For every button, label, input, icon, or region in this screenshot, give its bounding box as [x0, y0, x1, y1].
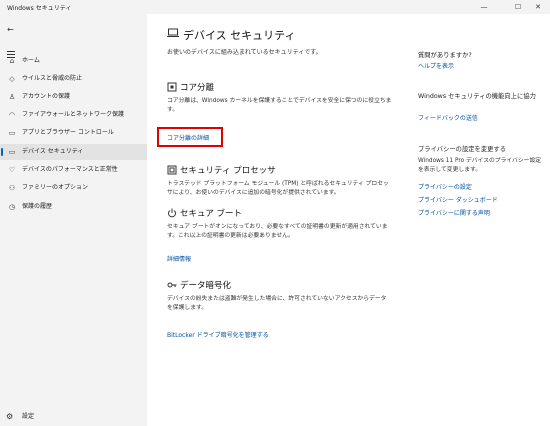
history-icon: ◷	[8, 203, 16, 211]
page-subtitle: お使いのデバイスに組み込まれているセキュリティです。	[167, 49, 322, 56]
section-title: セキュア ブート	[180, 209, 243, 219]
get-help-link[interactable]: ヘルプを表示	[418, 61, 454, 70]
privacy-heading: プライバシーの設定を変更する	[418, 146, 507, 153]
window-title: Windows セキュリティ	[7, 5, 72, 12]
sidebar-item-label: デバイスのパフォーマンスと正常性	[22, 166, 118, 173]
security-processor-section: セキュリティ プロセッサ トラステッド プラットフォーム モジュール (TPM)…	[167, 164, 392, 198]
section-description: トラステッド プラットフォーム モジュール (TPM) と呼ばれるセキュリティ …	[167, 181, 389, 196]
sidebar-item-firewall[interactable]: ◠ ファイアウォールとネットワーク保護	[0, 107, 147, 123]
sidebar-item-label: 設定	[22, 413, 35, 420]
page-title: デバイス セキュリティ	[183, 29, 296, 42]
sidebar-item-label: ウイルスと脅威の防止	[22, 75, 83, 82]
close-button[interactable]: ✕	[526, 0, 550, 14]
sidebar-item-protection-history[interactable]: ◷ 保護の履歴	[0, 199, 147, 215]
minimize-button[interactable]: —	[472, 0, 496, 14]
privacy-dashboard-link[interactable]: プライバシー ダッシュボード	[418, 195, 498, 204]
shield-icon: ◇	[9, 75, 15, 83]
section-title: データ暗号化	[180, 281, 232, 291]
main-content: デバイス セキュリティ お使いのデバイスに組み込まれているセキュリティです。 コ…	[147, 14, 550, 426]
laptop-icon	[167, 28, 179, 37]
sidebar-item-family-options[interactable]: ⚇ ファミリーのオプション	[0, 180, 147, 196]
sidebar-item-settings[interactable]: ⚙ 設定	[0, 409, 147, 425]
privacy-settings-link[interactable]: プライバシーの設定	[418, 182, 472, 191]
sidebar-item-virus-protection[interactable]: ◇ ウイルスと脅威の防止	[0, 71, 147, 87]
section-description: コア分離は、Windows カーネルを保護することでデバイスを安全に保つのに役立…	[167, 98, 392, 113]
laptop-icon: ▭	[8, 148, 16, 156]
section-description: セキュア ブートがオンになっており、必要なすべての証明書の更新が適用されています…	[167, 224, 388, 239]
sidebar-item-label: ファミリーのオプション	[22, 184, 89, 191]
gear-icon: ⚙	[6, 412, 14, 421]
sidebar: ← ⌂ ホーム ◇ ウイルスと脅威の防止 ♙ アカウントの保護 ◠ ファイアウォ…	[0, 14, 147, 426]
data-encryption-section: データ暗号化 デバイスの紛失または盗難が発生した場合に、許可されていないアクセス…	[167, 279, 392, 341]
section-title: コア分離	[180, 83, 215, 93]
person-icon: ♙	[8, 93, 16, 101]
core-isolation-details-link[interactable]: コア分離の詳細	[167, 133, 209, 142]
privacy-statement-link[interactable]: プライバシーに関する声明	[418, 208, 490, 217]
questions-heading: 質問がありますか?	[418, 52, 472, 59]
manage-bitlocker-link[interactable]: BitLocker ドライブ暗号化を管理する	[167, 330, 269, 339]
processor-icon	[167, 165, 177, 175]
sidebar-item-label: ファイアウォールとネットワーク保護	[22, 111, 125, 118]
family-icon: ⚇	[8, 184, 16, 192]
heart-icon: ♡	[8, 166, 16, 174]
sidebar-item-account-protection[interactable]: ♙ アカウントの保護	[0, 89, 147, 105]
sidebar-item-app-browser-control[interactable]: ▭ アプリとブラウザー コントロール	[0, 125, 147, 141]
privacy-description: Windows 11 Pro デバイスのプライバシー設定を表示して変更します。	[418, 158, 542, 173]
learn-more-link[interactable]: 詳細情報	[167, 254, 191, 263]
core-isolation-highlight: コア分離の詳細	[157, 127, 223, 147]
wifi-icon: ◠	[8, 111, 16, 119]
sidebar-item-device-performance[interactable]: ♡ デバイスのパフォーマンスと正常性	[0, 162, 147, 178]
sidebar-item-device-security[interactable]: ▭ デバイス セキュリティ	[0, 144, 147, 160]
sidebar-item-label: デバイス セキュリティ	[22, 148, 84, 155]
section-title: セキュリティ プロセッサ	[180, 166, 276, 176]
sidebar-item-label: アプリとブラウザー コントロール	[22, 129, 114, 136]
send-feedback-link[interactable]: フィードバックの送信	[418, 113, 478, 122]
key-icon	[167, 282, 177, 288]
sidebar-item-home[interactable]: ⌂ ホーム	[0, 53, 147, 69]
sidebar-item-label: 保護の履歴	[22, 203, 53, 210]
app-window-icon: ▭	[8, 129, 16, 137]
home-icon: ⌂	[9, 57, 15, 65]
secure-boot-section: セキュア ブート セキュア ブートがオンになっており、必要なすべての証明書の更新…	[167, 207, 392, 265]
section-description: デバイスの紛失または盗難が発生した場合に、許可されていないアクセスからデータを保…	[167, 296, 387, 311]
core-isolation-section: コア分離 コア分離は、Windows カーネルを保護することでデバイスを安全に保…	[167, 81, 392, 115]
back-arrow-icon[interactable]: ←	[7, 25, 14, 34]
sidebar-item-label: アカウントの保護	[22, 93, 71, 100]
sidebar-item-label: ホーム	[22, 57, 40, 64]
title-bar: Windows セキュリティ — ☐ ✕	[0, 0, 550, 14]
power-icon	[168, 208, 176, 218]
chip-shield-icon	[167, 82, 177, 92]
improve-heading: Windows セキュリティの機能向上に協力	[418, 93, 536, 100]
